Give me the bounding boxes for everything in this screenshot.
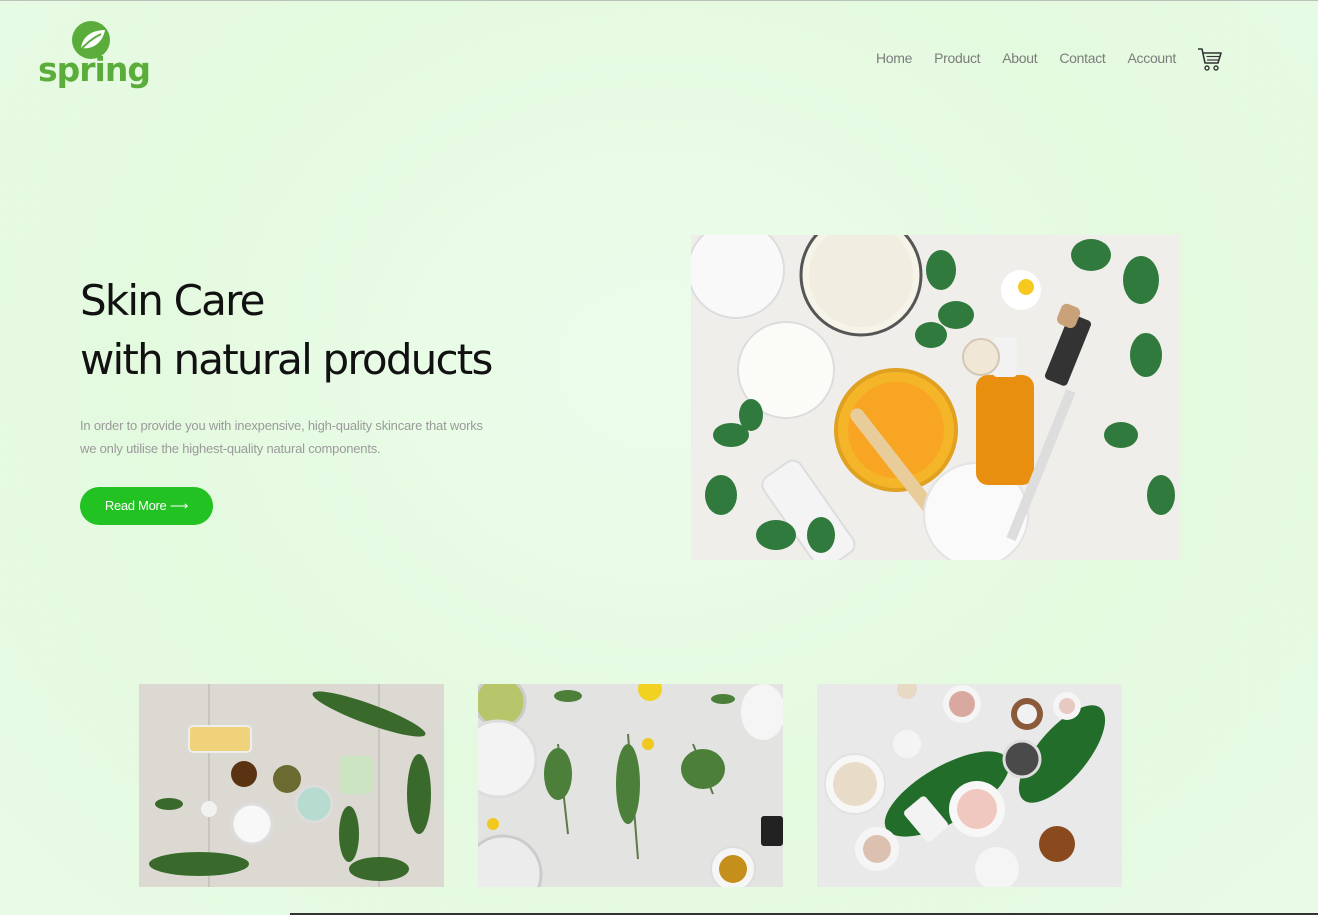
- hero-title-line1: Skin Care: [80, 276, 265, 325]
- product-image-3[interactable]: [817, 684, 1122, 887]
- nav-product[interactable]: Product: [934, 50, 980, 66]
- product-image-2[interactable]: [478, 684, 783, 887]
- nav-about[interactable]: About: [1002, 50, 1037, 66]
- shopping-cart-icon[interactable]: [1196, 45, 1224, 73]
- main-nav: Home Product About Contact Account: [854, 50, 1176, 66]
- brand-logo[interactable]: spring: [38, 20, 151, 94]
- read-more-button[interactable]: Read More ⟶: [80, 487, 213, 525]
- nav-account[interactable]: Account: [1128, 50, 1177, 66]
- hero-title-line2: with natural products: [80, 335, 493, 384]
- hero-title: Skin Care with natural products: [80, 271, 493, 389]
- nav-home[interactable]: Home: [876, 50, 912, 66]
- hero-desc-line2: we only utilise the highest-quality natu…: [80, 441, 381, 456]
- product-image-1[interactable]: [139, 684, 444, 887]
- brand-name: spring: [38, 50, 151, 89]
- nav-contact[interactable]: Contact: [1059, 50, 1105, 66]
- hero-description: In order to provide you with inexpensive…: [80, 414, 510, 460]
- hero-desc-line1: In order to provide you with inexpensive…: [80, 418, 483, 433]
- hero-product-image: [691, 235, 1179, 560]
